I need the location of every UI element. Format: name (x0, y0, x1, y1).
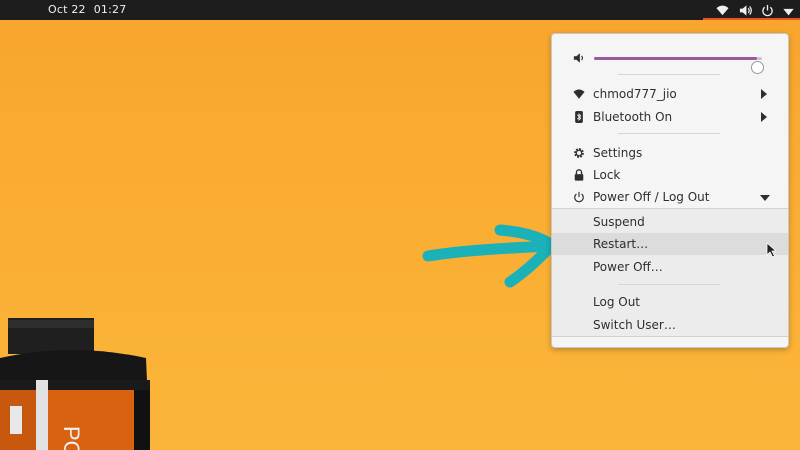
volume-row (552, 47, 788, 74)
settings-item[interactable]: Settings (552, 142, 788, 164)
volume-slider-handle[interactable] (750, 61, 764, 74)
chevron-down-icon (783, 8, 794, 16)
volume-slider[interactable] (594, 57, 764, 74)
chevron-down-icon (760, 195, 770, 201)
lock-icon (574, 169, 584, 181)
chevron-right-icon (761, 112, 767, 122)
chevron-right-icon (761, 89, 767, 99)
bluetooth-item-label: Bluetooth On (593, 110, 673, 124)
power-submenu: Suspend Restart… Power Off… Log Out Swit… (552, 208, 788, 337)
settings-item-label: Settings (593, 146, 643, 160)
bluetooth-item[interactable]: Bluetooth On (552, 106, 788, 128)
system-tray[interactable] (703, 0, 800, 20)
annotation-arrow (422, 224, 558, 288)
top-bar: Oct 22 01:27 (0, 0, 800, 20)
log-out-item-label: Log Out (593, 295, 641, 309)
restart-item[interactable]: Restart… (552, 233, 788, 255)
power-off-log-out-label: Power Off / Log Out (593, 190, 710, 204)
restart-item-label: Restart… (593, 237, 649, 251)
film-canister-image: PO (0, 318, 150, 450)
power-icon (574, 191, 584, 203)
system-menu: chmod777_jio Bluetooth On Settings Lock (551, 33, 789, 348)
separator (618, 284, 720, 285)
power-off-item[interactable]: Power Off… (552, 256, 788, 278)
switch-user-item-label: Switch User… (593, 318, 676, 332)
bluetooth-icon (575, 111, 583, 123)
clock[interactable]: Oct 22 01:27 (48, 3, 126, 16)
wifi-item[interactable]: chmod777_jio (552, 83, 788, 105)
lock-item-label: Lock (593, 168, 621, 182)
canister-text: PO (59, 426, 84, 450)
clock-date: Oct 22 (48, 3, 86, 16)
separator (618, 74, 720, 75)
separator (618, 133, 720, 134)
power-icon (762, 4, 773, 17)
gear-icon (574, 148, 584, 158)
volume-icon (739, 5, 752, 16)
wifi-icon (716, 5, 729, 16)
volume-icon (573, 53, 583, 63)
suspend-item-label: Suspend (593, 215, 645, 229)
switch-user-item[interactable]: Switch User… (552, 314, 788, 336)
volume-slider-fill (594, 57, 757, 60)
power-off-item-label: Power Off… (593, 260, 663, 274)
mouse-cursor (766, 242, 777, 258)
clock-time: 01:27 (93, 3, 127, 16)
suspend-item[interactable]: Suspend (552, 211, 788, 233)
wifi-icon (573, 89, 585, 99)
lock-item[interactable]: Lock (552, 164, 788, 186)
power-off-log-out-item[interactable]: Power Off / Log Out (552, 186, 788, 208)
log-out-item[interactable]: Log Out (552, 291, 788, 313)
wifi-item-label: chmod777_jio (593, 87, 677, 101)
